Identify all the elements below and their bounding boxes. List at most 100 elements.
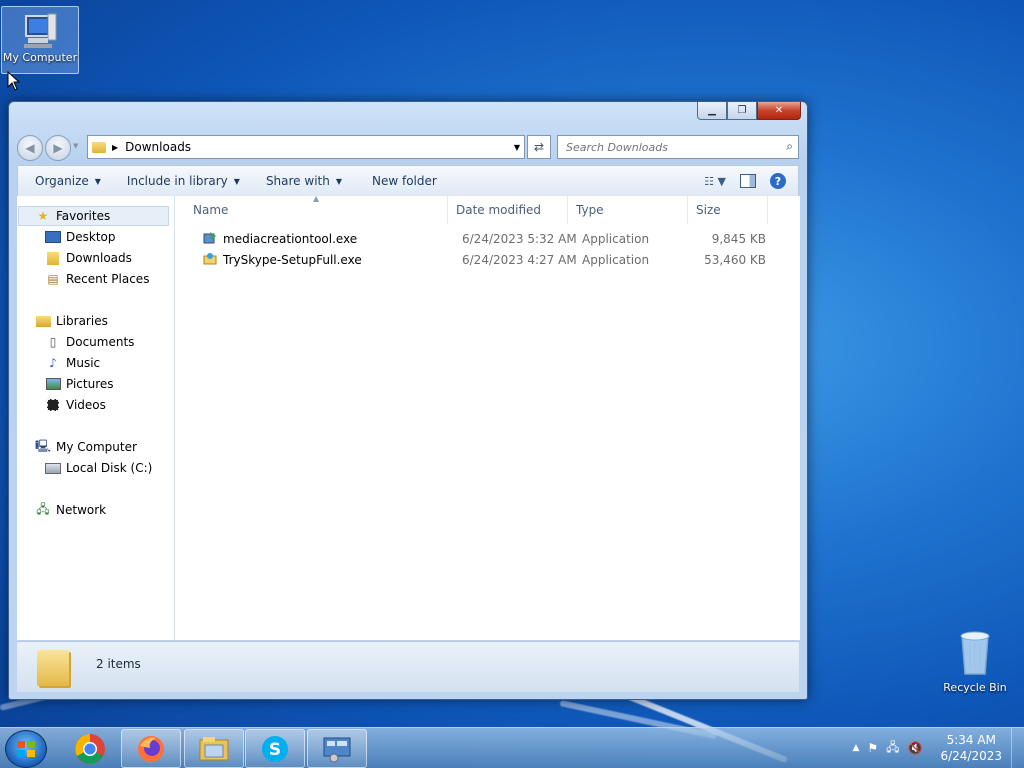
- installer-icon: [203, 253, 217, 265]
- column-header-name[interactable]: Name: [185, 196, 448, 224]
- search-icon[interactable]: ⌕: [786, 139, 793, 154]
- nav-local-disk[interactable]: Local Disk (C:): [45, 458, 152, 478]
- desktop-icon-label: Recycle Bin: [943, 681, 1007, 694]
- action-center-icon[interactable]: ⚑: [867, 741, 878, 755]
- include-in-library-button[interactable]: Include in library ▼: [114, 174, 253, 188]
- taskbar-control-panel[interactable]: [307, 729, 367, 768]
- nav-videos[interactable]: Videos: [45, 395, 106, 415]
- details-pane: 2 items: [17, 641, 799, 692]
- windows-logo-icon: [17, 741, 35, 757]
- nav-label: Recent Places: [66, 272, 150, 286]
- nav-favorites[interactable]: ★ Favorites: [18, 206, 169, 226]
- taskbar-chrome[interactable]: [60, 729, 120, 768]
- new-folder-label: New folder: [372, 174, 437, 188]
- address-bar[interactable]: ▶ Downloads ▼: [87, 135, 525, 159]
- desktop-icon-label: My Computer: [2, 51, 78, 64]
- desktop-icon: [45, 230, 61, 244]
- search-box[interactable]: ⌕: [557, 135, 799, 159]
- help-icon[interactable]: ?: [770, 173, 786, 189]
- nav-downloads[interactable]: Downloads: [45, 248, 132, 268]
- nav-label: Favorites: [56, 209, 111, 223]
- back-button[interactable]: ◀: [17, 135, 43, 161]
- control-panel-icon: [323, 737, 351, 762]
- column-header-size[interactable]: Size: [688, 196, 768, 224]
- file-type: Application: [582, 232, 650, 246]
- breadcrumb-downloads[interactable]: Downloads: [125, 140, 191, 154]
- search-input[interactable]: [564, 137, 778, 157]
- address-dropdown-icon[interactable]: ▼: [514, 143, 520, 152]
- desktop-icon-my-computer[interactable]: My Computer: [1, 6, 79, 74]
- installer-icon: [203, 232, 216, 244]
- nav-music[interactable]: ♪ Music: [45, 353, 100, 373]
- volume-muted-icon[interactable]: 🔇: [908, 741, 923, 755]
- nav-label: Downloads: [66, 251, 132, 265]
- music-icon: ♪: [49, 356, 57, 370]
- file-size: 9,845 KB: [711, 232, 766, 246]
- start-button[interactable]: [5, 730, 47, 768]
- network-status-icon[interactable]: 🖧: [886, 738, 899, 759]
- refresh-button[interactable]: ⇄: [527, 135, 551, 159]
- nav-label: Libraries: [56, 314, 108, 328]
- show-desktop-button[interactable]: [1011, 728, 1024, 768]
- organize-label: Organize: [35, 174, 89, 188]
- skype-icon: S: [262, 735, 288, 762]
- forward-button[interactable]: ▶: [45, 135, 71, 161]
- taskbar-firefox[interactable]: [121, 729, 181, 768]
- file-size: 53,460 KB: [704, 253, 766, 267]
- nav-recent-places[interactable]: ▤ Recent Places: [45, 269, 149, 289]
- back-arrow-icon: ◀: [25, 141, 35, 155]
- file-date: 6/24/2023 4:27 AM: [462, 253, 577, 267]
- share-with-button[interactable]: Share with ▼: [253, 174, 355, 188]
- column-header-label: Date modified: [456, 203, 542, 217]
- computer-icon: [24, 13, 57, 48]
- computer-icon: 🖳: [35, 438, 52, 453]
- nav-label: Local Disk (C:): [66, 461, 153, 475]
- file-type: Application: [582, 253, 650, 267]
- close-icon: ✕: [774, 105, 784, 116]
- file-row[interactable]: mediacreationtool.exe 6/24/2023 5:32 AM …: [189, 229, 789, 249]
- nav-label: Videos: [66, 398, 106, 412]
- minimize-icon: ▁: [708, 105, 716, 116]
- change-view-button[interactable]: ☷ ▼: [704, 175, 726, 188]
- organize-button[interactable]: Organize ▼: [18, 174, 114, 188]
- breadcrumb-arrow-icon[interactable]: ▶: [112, 143, 118, 152]
- nav-label: Desktop: [66, 230, 116, 244]
- svg-text:S: S: [269, 740, 281, 760]
- file-name: mediacreationtool.exe: [223, 232, 358, 246]
- refresh-icon: ⇄: [533, 140, 545, 154]
- nav-label: Documents: [66, 335, 135, 349]
- maximize-icon: ❐: [737, 105, 747, 116]
- star-icon: ★: [37, 209, 49, 223]
- desktop-icon-recycle-bin[interactable]: Recycle Bin: [937, 628, 1013, 694]
- recent-pages-dropdown-icon[interactable]: ▼: [73, 142, 78, 150]
- file-row[interactable]: TrySkype-SetupFull.exe 6/24/2023 4:27 AM…: [189, 250, 789, 270]
- nav-desktop[interactable]: Desktop: [45, 227, 116, 247]
- clock[interactable]: 5:34 AM 6/24/2023: [940, 732, 1002, 764]
- maximize-button[interactable]: ❐: [727, 102, 757, 120]
- hard-drive-icon: [45, 461, 61, 475]
- firefox-icon: [138, 735, 164, 762]
- column-header-type[interactable]: Type: [568, 196, 688, 224]
- show-hidden-icons-button[interactable]: ▲: [852, 743, 859, 753]
- column-header-date-modified[interactable]: Date modified: [448, 196, 568, 224]
- minimize-button[interactable]: ▁: [697, 102, 727, 120]
- nav-label: Pictures: [66, 377, 114, 391]
- folder-icon: [37, 650, 69, 686]
- preview-pane-icon[interactable]: [740, 174, 756, 188]
- nav-my-computer[interactable]: 🖳 My Computer: [35, 437, 137, 457]
- new-folder-button[interactable]: New folder: [355, 174, 450, 188]
- nav-label: Network: [56, 503, 107, 517]
- nav-libraries[interactable]: Libraries: [35, 311, 108, 331]
- chevron-down-icon: ▼: [94, 176, 101, 186]
- clock-time: 5:34 AM: [946, 733, 996, 747]
- file-name: TrySkype-SetupFull.exe: [223, 253, 362, 267]
- caption-buttons: ▁ ❐ ✕: [697, 102, 801, 120]
- nav-documents[interactable]: ▯ Documents: [45, 332, 135, 352]
- column-header-label: Type: [576, 203, 604, 217]
- taskbar-skype[interactable]: S: [245, 729, 305, 768]
- include-in-library-label: Include in library: [126, 174, 228, 188]
- close-button[interactable]: ✕: [757, 102, 801, 120]
- nav-network[interactable]: 🖧 Network: [35, 500, 106, 520]
- taskbar-explorer[interactable]: [184, 729, 244, 768]
- nav-pictures[interactable]: Pictures: [45, 374, 114, 394]
